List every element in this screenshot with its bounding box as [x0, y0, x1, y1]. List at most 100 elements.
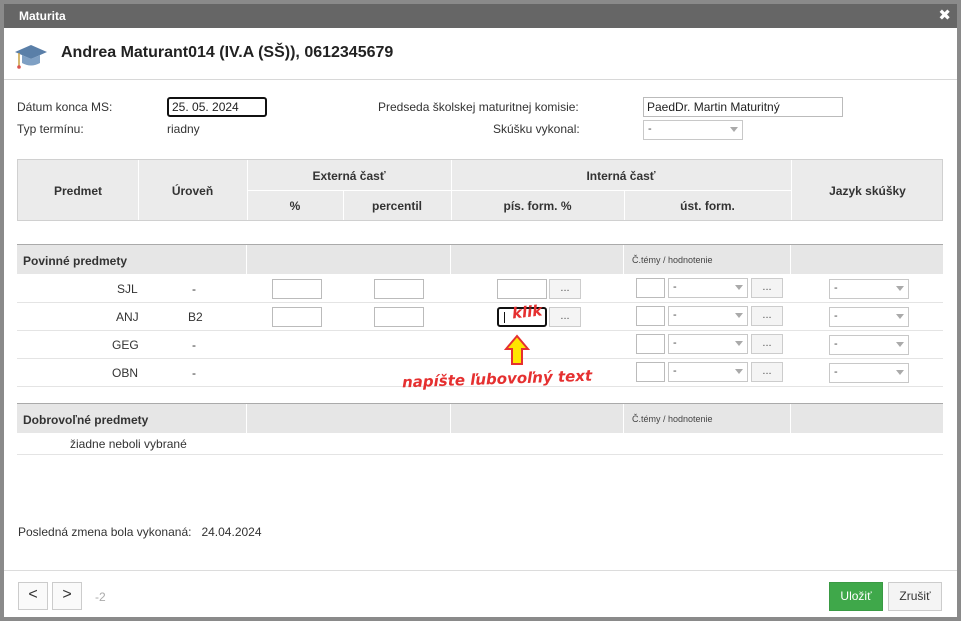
language-select[interactable]: - [829, 335, 909, 355]
subject-row-sjl: SJL - ... - ... - [17, 275, 943, 303]
chevron-down-icon [896, 342, 904, 347]
topic-number-input[interactable] [636, 334, 665, 354]
col-divider [623, 245, 624, 275]
dialog-titlebar: Maturita ✖ [4, 4, 957, 28]
subject-row-geg: GEG - - ... - [17, 331, 943, 359]
dialog-footer: < > -2 Uložiť Zrušiť [4, 570, 957, 621]
oral-grade-select[interactable]: - [668, 362, 748, 382]
chevron-down-icon [896, 286, 904, 291]
subject-name: OBN [112, 366, 139, 380]
topics-label: Č.témy / hodnotenie [632, 414, 713, 424]
prev-button[interactable]: < [18, 582, 48, 610]
section-optional-title: Dobrovoľné predmety [23, 413, 149, 427]
subject-name: GEG [112, 338, 139, 352]
student-header: Andrea Maturant014 (IV.A (SŠ)), 06123456… [4, 28, 957, 80]
col-divider [790, 404, 791, 434]
topic-number-input[interactable] [636, 278, 665, 298]
chair-label: Predseda školskej maturitnej komisie: [378, 100, 579, 114]
col-divider [790, 245, 791, 275]
section-mandatory: Povinné predmety Č.témy / hodnotenie [17, 244, 943, 275]
written-details-button[interactable]: ... [549, 279, 581, 299]
click-annotation: klik [511, 301, 544, 323]
subject-level: - [192, 282, 196, 296]
chevron-down-icon [730, 127, 738, 132]
col-divider [246, 404, 247, 434]
oral-grade-value: - [673, 337, 677, 349]
subject-name: ANJ [116, 310, 139, 324]
header-external: Externá časť [312, 169, 386, 183]
next-button[interactable]: > [52, 582, 82, 610]
oral-details-button[interactable]: ... [751, 278, 783, 298]
chevron-down-icon [735, 285, 743, 290]
save-button[interactable]: Uložiť [829, 582, 883, 611]
language-value: - [834, 310, 838, 322]
language-value: - [834, 366, 838, 378]
subject-name: SJL [117, 282, 138, 296]
ext-percent-input[interactable] [272, 307, 322, 327]
chevron-down-icon [896, 370, 904, 375]
topic-number-input[interactable] [636, 362, 665, 382]
written-percent-input[interactable] [497, 279, 547, 299]
term-type-value: riadny [167, 122, 200, 136]
chevron-down-icon [735, 369, 743, 374]
student-name: Andrea Maturant014 (IV.A (SŠ)), 06123456… [61, 44, 394, 61]
col-divider [450, 245, 451, 275]
subject-level: - [192, 366, 196, 380]
oral-grade-select[interactable]: - [668, 306, 748, 326]
dialog-title: Maturita [19, 9, 66, 23]
language-select[interactable]: - [829, 363, 909, 383]
chevron-down-icon [896, 314, 904, 319]
language-select[interactable]: - [829, 279, 909, 299]
subject-level: B2 [188, 310, 203, 324]
oral-grade-value: - [673, 281, 677, 293]
text-cursor [504, 312, 505, 323]
topics-label: Č.témy / hodnotenie [632, 255, 713, 265]
no-optional-subjects: žiadne neboli vybrané [70, 437, 187, 451]
chevron-down-icon [735, 341, 743, 346]
subject-level: - [192, 338, 196, 352]
oral-grade-value: - [673, 309, 677, 321]
row-divider [247, 190, 791, 191]
maturita-dialog: Maturita ✖ Andrea Maturant014 (IV.A (SŠ)… [0, 0, 961, 621]
language-value: - [834, 282, 838, 294]
page-indicator: -2 [95, 590, 106, 604]
section-optional: Dobrovoľné predmety Č.témy / hodnotenie [17, 403, 943, 434]
col-divider [450, 404, 451, 434]
chair-input[interactable]: PaedDr. Martin Maturitný [643, 97, 843, 117]
last-change-date: 24.04.2024 [201, 525, 262, 539]
last-change: Posledná zmena bola vykonaná: 24.04.2024 [18, 525, 262, 539]
graduation-cap-icon [15, 45, 47, 69]
header-ext-percent: % [289, 199, 301, 213]
header-level: Úroveň [171, 184, 214, 198]
col-divider [246, 245, 247, 275]
close-icon[interactable]: ✖ [938, 6, 951, 24]
chevron-down-icon [735, 313, 743, 318]
section-mandatory-title: Povinné predmety [23, 254, 128, 268]
header-internal: Interná časť [586, 169, 656, 183]
topic-number-input[interactable] [636, 306, 665, 326]
oral-details-button[interactable]: ... [751, 362, 783, 382]
col-divider [623, 404, 624, 434]
arrow-up-icon [504, 334, 530, 365]
written-details-button[interactable]: ... [549, 307, 581, 327]
oral-grade-select[interactable]: - [668, 334, 748, 354]
oral-grade-select[interactable]: - [668, 278, 748, 298]
oral-grade-value: - [673, 365, 677, 377]
oral-details-button[interactable]: ... [751, 306, 783, 326]
performed-select[interactable]: - [643, 120, 743, 140]
ext-percentile-input[interactable] [374, 279, 424, 299]
header-subject: Predmet [53, 184, 103, 198]
performed-select-value: - [648, 123, 652, 135]
header-language: Jazyk skúšky [829, 184, 906, 198]
grades-table-header: Predmet Úroveň Externá časť % percentil … [17, 159, 943, 221]
header-ext-percentile: percentil [371, 199, 422, 213]
ext-percentile-input[interactable] [374, 307, 424, 327]
cancel-button[interactable]: Zrušiť [888, 582, 942, 611]
oral-details-button[interactable]: ... [751, 334, 783, 354]
ext-percent-input[interactable] [272, 279, 322, 299]
end-date-input[interactable]: 25. 05. 2024 [167, 97, 267, 117]
language-select[interactable]: - [829, 307, 909, 327]
performed-label: Skúšku vykonal: [493, 122, 580, 136]
header-int-written: pís. form. % [503, 199, 572, 213]
row-divider [17, 454, 943, 455]
